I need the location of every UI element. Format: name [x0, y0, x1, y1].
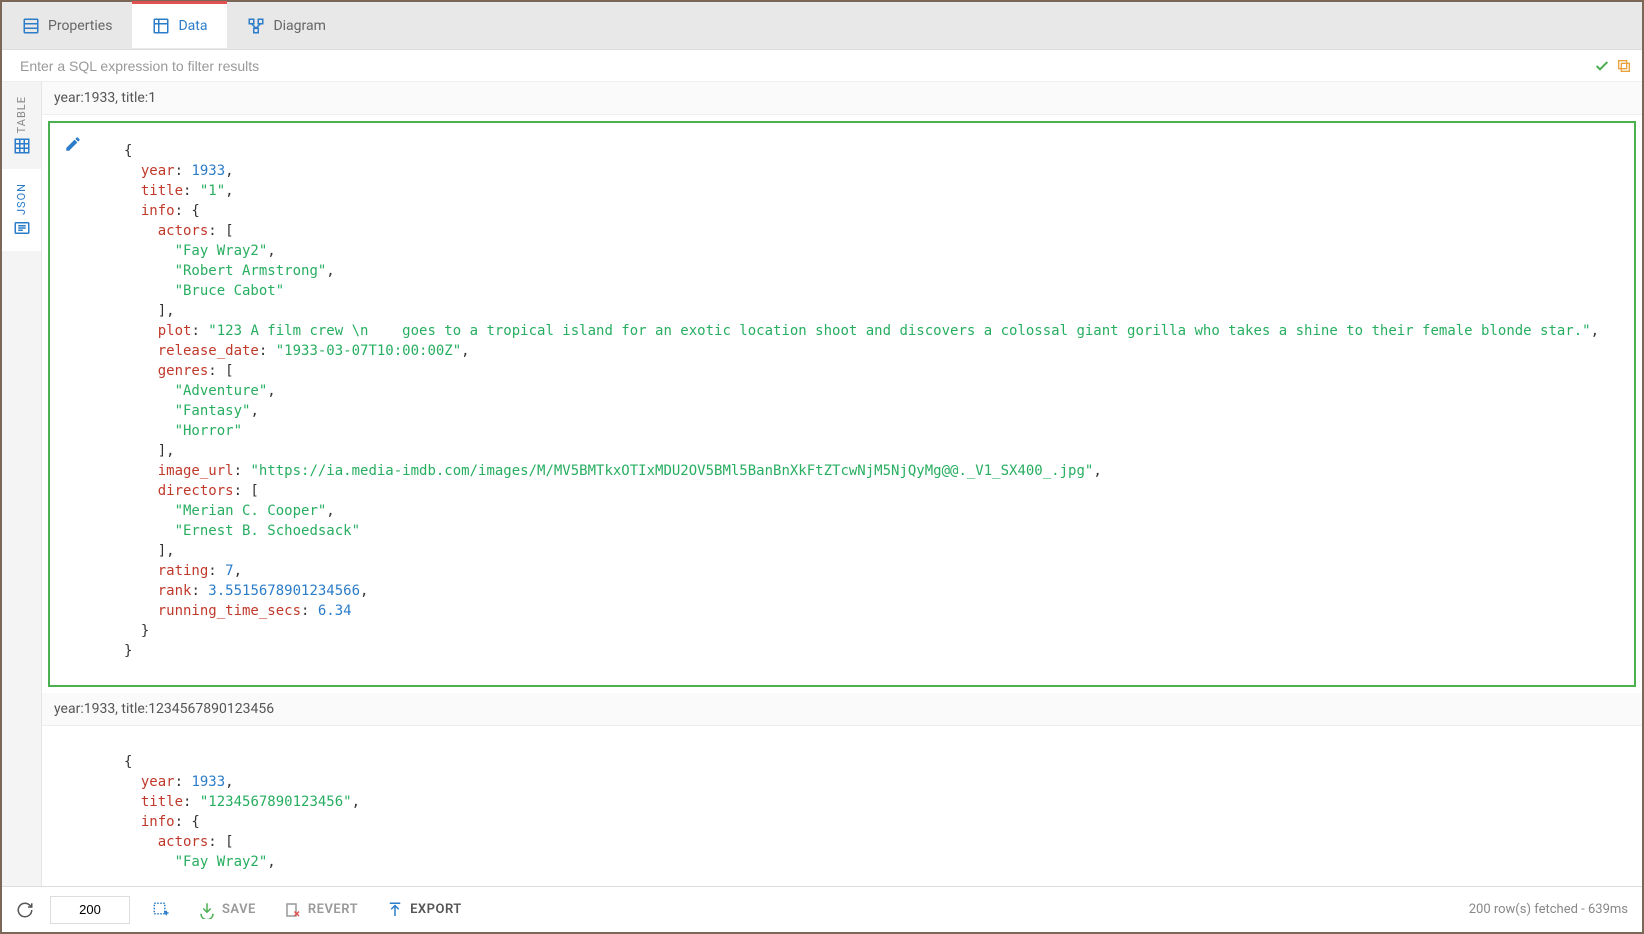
page-size-input[interactable] — [50, 896, 130, 924]
apply-filter-icon[interactable] — [1594, 58, 1610, 74]
filter-actions — [1594, 58, 1642, 74]
record-header[interactable]: year:1933, title:1 — [42, 82, 1642, 115]
sql-filter-input[interactable] — [2, 50, 1594, 81]
tab-data-label: Data — [178, 18, 207, 34]
tab-diagram-label: Diagram — [273, 18, 325, 34]
add-row-icon — [152, 901, 170, 919]
footer-status: 200 row(s) fetched - 639ms — [1469, 902, 1628, 917]
export-button[interactable]: EXPORT — [380, 897, 468, 923]
side-tab-json-label: JSON — [15, 183, 28, 215]
table-icon — [13, 137, 31, 155]
export-label: EXPORT — [410, 902, 462, 917]
filter-history-icon[interactable] — [1616, 58, 1632, 74]
main-area: TABLE JSON year:1933, title:1 { year: 193… — [2, 82, 1642, 886]
record-body: { year: 1933, title: "1234567890123456",… — [48, 732, 1636, 886]
properties-icon — [22, 17, 40, 35]
record-body: { year: 1933, title: "1", info: { actors… — [48, 121, 1636, 687]
side-tab-table-label: TABLE — [15, 96, 28, 133]
data-icon — [152, 17, 170, 35]
tab-diagram[interactable]: Diagram — [227, 2, 345, 49]
export-icon — [386, 901, 404, 919]
side-tabs: TABLE JSON — [2, 82, 42, 886]
tab-properties[interactable]: Properties — [2, 2, 132, 49]
revert-label: REVERT — [308, 902, 358, 917]
record-header[interactable]: year:1933, title:1234567890123456 — [42, 693, 1642, 726]
side-tab-json[interactable]: JSON — [2, 169, 41, 251]
top-tabs: Properties Data Diagram — [2, 2, 1642, 50]
json-content[interactable]: year:1933, title:1 { year: 1933, title: "… — [42, 82, 1642, 886]
edit-icon[interactable] — [64, 135, 82, 157]
refresh-icon[interactable] — [16, 901, 34, 919]
add-row-button[interactable] — [146, 897, 176, 923]
side-tab-table[interactable]: TABLE — [2, 82, 41, 169]
footer-bar: SAVE REVERT EXPORT 200 row(s) fetched - … — [2, 886, 1642, 932]
diagram-icon — [247, 17, 265, 35]
save-label: SAVE — [222, 902, 256, 917]
json-text[interactable]: { year: 1933, title: "1", info: { actors… — [50, 141, 1634, 661]
save-icon — [198, 901, 216, 919]
json-text[interactable]: { year: 1933, title: "1234567890123456",… — [50, 752, 1634, 872]
revert-icon — [284, 901, 302, 919]
filter-bar — [2, 50, 1642, 82]
tab-data[interactable]: Data — [132, 1, 227, 48]
save-button[interactable]: SAVE — [192, 897, 262, 923]
revert-button[interactable]: REVERT — [278, 897, 364, 923]
json-icon — [13, 219, 31, 237]
tab-properties-label: Properties — [48, 18, 112, 34]
